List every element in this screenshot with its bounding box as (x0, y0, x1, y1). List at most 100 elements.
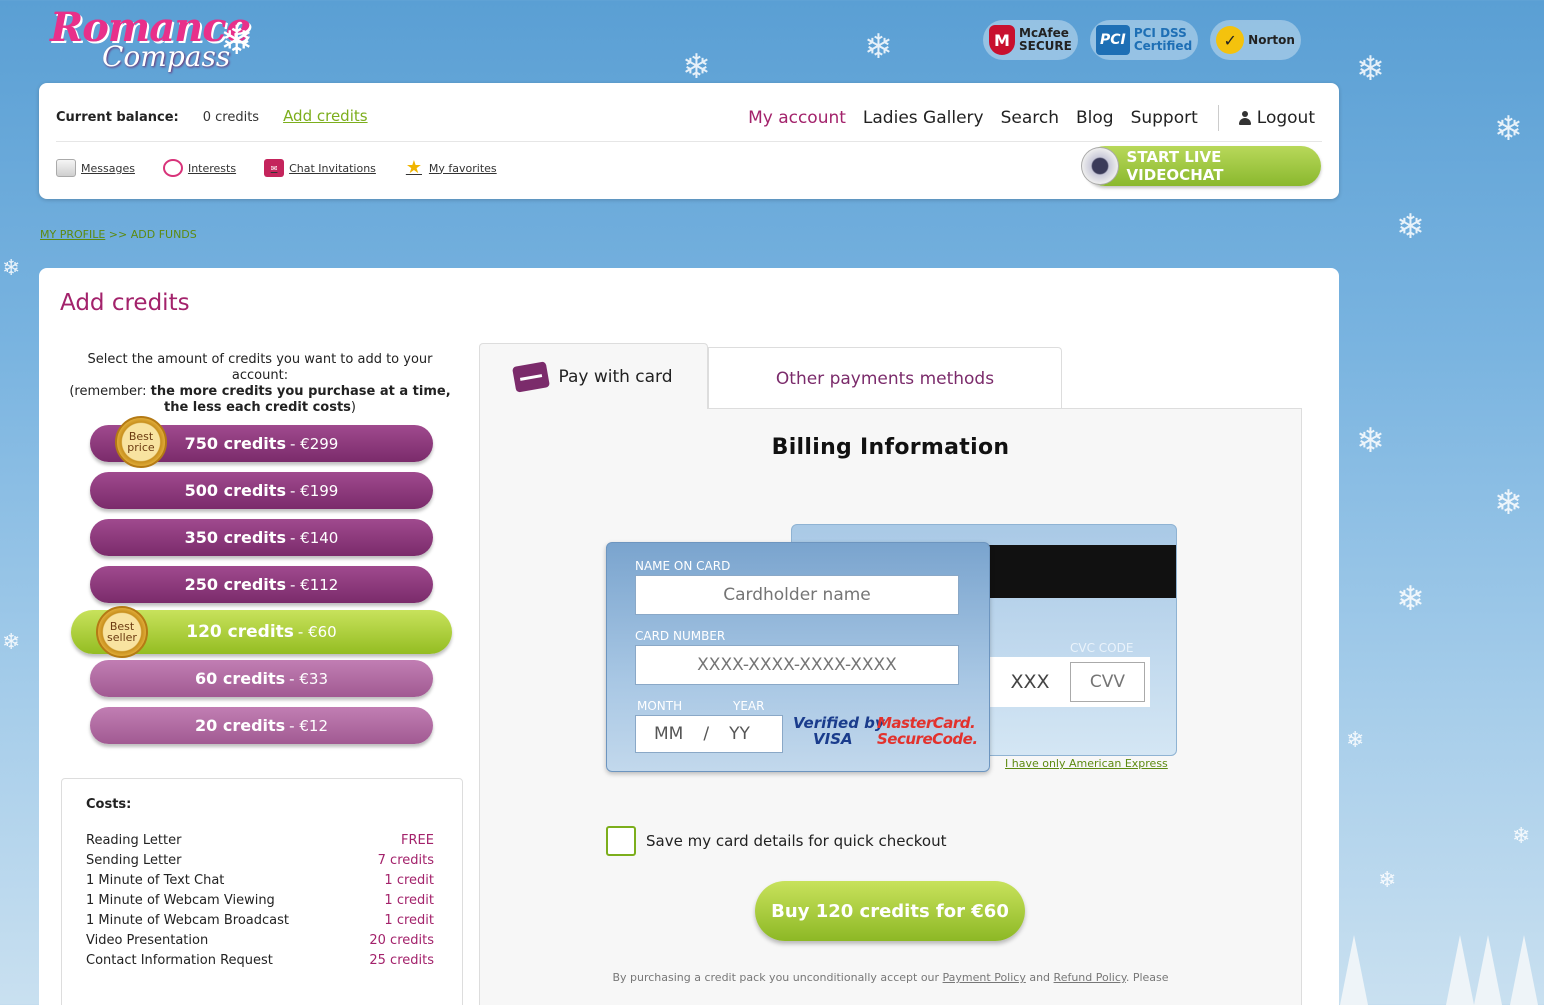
pack-credits: 350 credits (184, 528, 286, 547)
logout-button[interactable]: Logout (1238, 108, 1315, 128)
mastercard-text: MasterCard. (877, 714, 976, 732)
tab-label: Pay with card (558, 366, 673, 387)
nav-blog[interactable]: Blog (1076, 108, 1114, 128)
snowflake-icon: ❄ (1356, 421, 1385, 461)
subnav-messages[interactable]: Messages (56, 159, 135, 177)
visa-text: VISA (813, 730, 853, 748)
credit-pack-350[interactable]: 350 credits - €140 (90, 519, 433, 556)
terms-pre: By purchasing a credit pack you uncondit… (612, 971, 943, 984)
cost-item: Sending Letter (86, 852, 182, 868)
logout-label: Logout (1256, 108, 1315, 128)
credit-pack-60[interactable]: 60 credits - €33 (90, 660, 433, 697)
tree-decoration (1474, 935, 1502, 1005)
cost-item: 1 Minute of Text Chat (86, 872, 225, 888)
costs-box: Costs: Reading Letter FREE Sending Letter… (61, 778, 463, 1005)
cost-row: 1 Minute of Text Chat 1 credit (86, 870, 434, 890)
norton-badge: ✓ Norton (1210, 20, 1301, 60)
credit-pack-250[interactable]: 250 credits - €112 (90, 566, 433, 603)
badge-text: Norton (1248, 32, 1295, 47)
save-card-row[interactable]: Save my card details for quick checkout (606, 826, 946, 856)
credit-pack-500[interactable]: 500 credits - €199 (90, 472, 433, 509)
payment-policy-link[interactable]: Payment Policy (943, 971, 1026, 984)
cost-value: 20 credits (369, 932, 434, 948)
snowflake-icon: ❄ (1396, 579, 1425, 619)
start-live-videochat-button[interactable]: START LIVE VIDEOCHAT (1081, 146, 1321, 186)
cost-row: Video Presentation 20 credits (86, 930, 434, 950)
snowflake-icon: ❄ (1512, 824, 1531, 849)
mastercard-securecode-logo: MasterCard. SecureCode. (877, 715, 978, 747)
pack-price: - €33 (289, 669, 328, 688)
terms-text: By purchasing a credit pack you uncondit… (480, 971, 1301, 984)
billing-title: Billing Information (771, 435, 1010, 460)
cvc-mask: XXX (1010, 671, 1050, 693)
month-placeholder: MM (654, 724, 684, 744)
save-card-label: Save my card details for quick checkout (646, 832, 947, 850)
nav-ladies-gallery[interactable]: Ladies Gallery (863, 108, 984, 128)
subnav-interests[interactable]: Interests (162, 159, 236, 177)
cost-item: Video Presentation (86, 932, 209, 948)
save-card-checkbox[interactable] (606, 826, 636, 856)
nav-support[interactable]: Support (1131, 108, 1198, 128)
breadcrumb-current: ADD FUNDS (130, 228, 197, 241)
card-front: NAME ON CARD CARD NUMBER MONTH YEAR MM /… (606, 542, 990, 772)
mcafee-badge: M McAfee SECURE (983, 20, 1078, 60)
sub-nav: Messages Interests ✉ Chat Invitations ★ … (56, 159, 497, 177)
terms-and: and (1025, 971, 1054, 984)
pack-price: - €12 (289, 716, 328, 735)
nav-divider (1217, 105, 1219, 131)
tree-decoration (1340, 935, 1368, 1005)
credit-card-icon (512, 360, 551, 393)
year-placeholder: YY (729, 724, 750, 744)
pack-credits: 500 credits (184, 481, 286, 500)
tab-other-payment-methods[interactable]: Other payments methods (708, 347, 1062, 409)
cvv-input[interactable] (1070, 662, 1145, 702)
site-logo[interactable]: Romance Compass ❄ (50, 4, 265, 80)
card-number-label: CARD NUMBER (635, 629, 726, 643)
name-on-card-label: NAME ON CARD (635, 559, 731, 573)
star-icon: ★ (405, 157, 422, 178)
american-express-link[interactable]: I have only American Express (1005, 757, 1168, 770)
cost-row: Reading Letter FREE (86, 830, 434, 850)
card-number-input[interactable] (635, 645, 959, 685)
terms-post: . Please (1125, 971, 1169, 984)
breadcrumb: MY PROFILE >> ADD FUNDS (40, 228, 197, 241)
cost-item: 1 Minute of Webcam Viewing (86, 892, 275, 908)
best-seller-seal: Best seller (96, 606, 148, 658)
credit-pack-20[interactable]: 20 credits - €12 (90, 707, 433, 744)
breadcrumb-my-profile[interactable]: MY PROFILE (40, 228, 105, 241)
cost-value: 1 credit (384, 872, 434, 888)
verified-by-text: Verified by (793, 714, 885, 732)
user-icon (1238, 111, 1251, 125)
expiry-input[interactable]: MM / YY (635, 715, 783, 753)
badge-text: SECURE (1019, 39, 1072, 53)
cost-item: 1 Minute of Webcam Broadcast (86, 912, 289, 928)
top-nav: My account Ladies Gallery Search Blog Su… (731, 105, 1315, 131)
tab-pay-with-card[interactable]: Pay with card (479, 343, 708, 409)
buy-credits-button[interactable]: Buy 120 credits for €60 (755, 881, 1025, 941)
mcafee-shield-icon: M (989, 25, 1015, 55)
nav-search[interactable]: Search (1001, 108, 1059, 128)
balance-value: 0 credits (202, 110, 260, 125)
cardholder-name-input[interactable] (635, 575, 959, 615)
intro-post: ) (350, 400, 356, 415)
subnav-chat-invitations[interactable]: ✉ Chat Invitations (264, 159, 376, 177)
nav-my-account[interactable]: My account (748, 108, 846, 128)
live-videochat-label: START LIVE VIDEOCHAT (1126, 148, 1224, 184)
snowflake-icon: ❄ (2, 630, 21, 655)
tab-label: Other payments methods (775, 368, 995, 389)
pci-dss-badge: PCI PCI DSS Certified (1089, 20, 1199, 60)
snowflake-icon: ❄ (864, 27, 893, 67)
cost-value: 7 credits (377, 852, 434, 868)
cost-row: Sending Letter 7 credits (86, 850, 434, 870)
add-credits-link[interactable]: Add credits (283, 107, 368, 125)
balance-bar: Current balance: 0 credits Add credits (56, 107, 368, 125)
intro-bold: the more credits you purchase at a time,… (150, 384, 451, 415)
cost-value: 1 credit (384, 912, 434, 928)
pack-credits: 120 credits (186, 622, 294, 642)
pack-credits: 750 credits (184, 434, 286, 453)
snowflake-icon: ❄ (220, 18, 254, 64)
pci-dss-icon: PCI (1095, 25, 1130, 55)
subnav-my-favorites[interactable]: ★ My favorites (404, 159, 497, 177)
header-divider (56, 141, 1322, 142)
refund-policy-link[interactable]: Refund Policy (1054, 971, 1126, 984)
